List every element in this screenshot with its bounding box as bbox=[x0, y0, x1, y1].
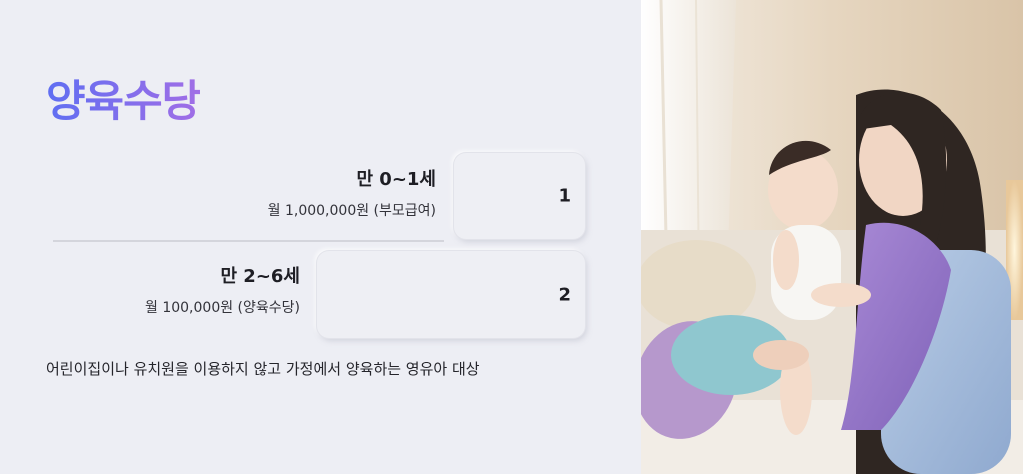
divider bbox=[53, 240, 444, 242]
mother-and-baby-photo bbox=[641, 0, 1023, 474]
card-number: 1 bbox=[558, 185, 571, 207]
content-panel: 양육수당 만 0~1세 월 1,000,000원 (부모급여) 1 만 2~6세… bbox=[0, 0, 641, 474]
eligibility-description: 어린이집이나 유치원을 이용하지 않고 가정에서 양육하는 영유아 대상 bbox=[46, 360, 480, 378]
number-card-2: 2 bbox=[317, 251, 585, 338]
row-label-2-6: 만 2~6세 월 100,000원 (양육수당) bbox=[145, 266, 300, 317]
benefit-amount: 월 1,000,000원 (부모급여) bbox=[267, 203, 436, 219]
benefit-amount: 월 100,000원 (양육수당) bbox=[145, 300, 300, 316]
age-range-label: 만 0~1세 bbox=[356, 169, 436, 190]
age-range-label: 만 2~6세 bbox=[220, 266, 300, 287]
card-number: 2 bbox=[558, 284, 571, 305]
number-card-1: 1 bbox=[454, 153, 585, 239]
row-label-0-1: 만 0~1세 월 1,000,000원 (부모급여) bbox=[268, 169, 436, 220]
page-title: 양육수당 bbox=[46, 77, 201, 127]
